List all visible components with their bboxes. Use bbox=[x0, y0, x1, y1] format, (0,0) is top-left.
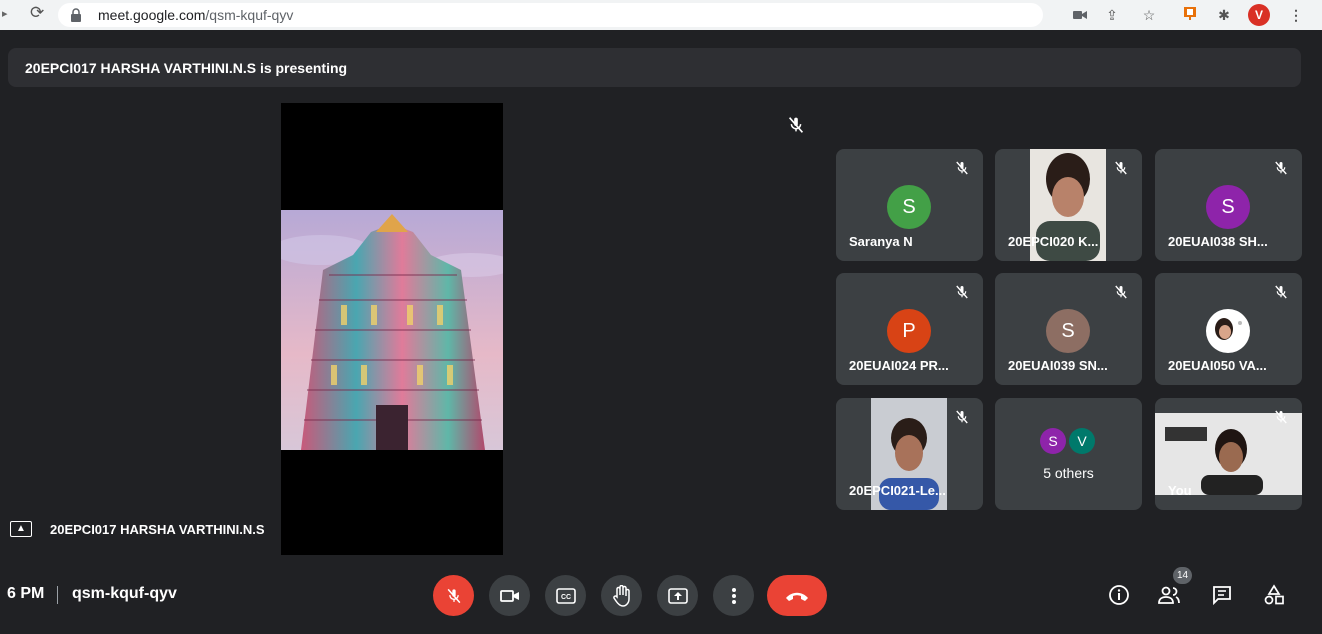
meeting-time: 6 PM bbox=[7, 585, 45, 602]
participant-initial-avatar: S bbox=[1046, 309, 1090, 353]
puzzle-extensions-icon[interactable]: ✱ bbox=[1214, 5, 1234, 25]
participant-name: 20EPCI021-Le... bbox=[849, 483, 946, 498]
closed-captions-icon: CC bbox=[555, 587, 576, 604]
presenter-name: 20EPCI017 HARSHA VARTHINI.N.S bbox=[50, 522, 265, 537]
extension-icon[interactable] bbox=[1180, 5, 1200, 25]
url-host: meet.google.com bbox=[98, 7, 206, 23]
info-icon bbox=[1109, 585, 1129, 605]
present-screen-icon bbox=[667, 587, 688, 604]
participant-name: 20EUAI050 VA... bbox=[1168, 358, 1267, 373]
stage-mic-off-icon bbox=[788, 117, 804, 133]
participant-name: 20EUAI024 PR... bbox=[849, 358, 949, 373]
participants-count-badge: 14 bbox=[1173, 567, 1192, 584]
participant-profile-photo bbox=[1206, 309, 1250, 353]
mic-off-icon bbox=[447, 588, 460, 603]
participant-name: 20EPCI020 K... bbox=[1008, 234, 1099, 249]
participant-tile[interactable]: 20EPCI021-Le... bbox=[836, 398, 983, 510]
share-icon[interactable]: ⇪ bbox=[1102, 5, 1122, 25]
divider bbox=[57, 586, 58, 604]
participant-tile[interactable]: S 20EUAI039 SN... bbox=[995, 273, 1142, 385]
leave-call-button[interactable] bbox=[767, 575, 827, 616]
more-options-button[interactable] bbox=[713, 575, 754, 616]
mic-off-icon bbox=[1275, 410, 1287, 424]
mic-off-icon bbox=[956, 285, 968, 299]
people-icon bbox=[1158, 586, 1180, 604]
url-path: /qsm-kquf-qyv bbox=[205, 7, 294, 23]
others-avatar: S bbox=[1040, 428, 1066, 454]
browser-toolbar: ▸ ⟳ meet.google.com/qsm-kquf-qyv ⇪ ☆ ✱ V… bbox=[0, 0, 1322, 30]
participant-tile[interactable]: 20EPCI020 K... bbox=[995, 149, 1142, 261]
mic-off-icon bbox=[1115, 285, 1127, 299]
present-now-button[interactable] bbox=[657, 575, 698, 616]
camera-indicator-icon[interactable] bbox=[1070, 5, 1090, 25]
address-bar[interactable]: meet.google.com/qsm-kquf-qyv bbox=[58, 3, 1043, 27]
mic-off-icon bbox=[956, 410, 968, 424]
participant-name: 20EUAI038 SH... bbox=[1168, 234, 1268, 249]
more-vert-icon bbox=[731, 587, 736, 604]
svg-text:CC: CC bbox=[560, 594, 570, 601]
activities-shapes-icon bbox=[1264, 584, 1284, 605]
presenting-banner: 20EPCI017 HARSHA VARTHINI.N.S is present… bbox=[8, 48, 1301, 87]
forward-arrow-icon[interactable]: ▸ bbox=[2, 7, 8, 20]
camera-toggle-button[interactable] bbox=[489, 575, 530, 616]
meeting-details-button[interactable] bbox=[1106, 582, 1132, 608]
others-avatar: V bbox=[1069, 428, 1095, 454]
chat-icon bbox=[1213, 586, 1231, 606]
self-tile[interactable]: You bbox=[1155, 398, 1302, 510]
captions-button[interactable]: CC bbox=[545, 575, 586, 616]
mic-off-icon bbox=[1115, 161, 1127, 175]
mic-toggle-button[interactable] bbox=[433, 575, 474, 616]
participant-name: Saranya N bbox=[849, 234, 913, 249]
activities-button[interactable] bbox=[1261, 582, 1287, 608]
meeting-code: qsm-kquf-qyv bbox=[72, 585, 177, 602]
others-count-label: 5 others bbox=[1043, 465, 1094, 481]
reload-icon[interactable]: ⟳ bbox=[30, 3, 44, 23]
temple-image bbox=[281, 210, 503, 450]
video-camera-icon bbox=[499, 589, 519, 602]
lock-icon bbox=[71, 8, 81, 22]
mic-off-icon bbox=[956, 161, 968, 175]
participant-name: You bbox=[1168, 483, 1192, 498]
participant-initial-avatar: P bbox=[887, 309, 931, 353]
presenting-banner-text: 20EPCI017 HARSHA VARTHINI.N.S is present… bbox=[25, 60, 348, 76]
participant-initial-avatar: S bbox=[887, 185, 931, 229]
mic-off-icon bbox=[1275, 161, 1287, 175]
raise-hand-button[interactable] bbox=[601, 575, 642, 616]
participant-tile[interactable]: S Saranya N bbox=[836, 149, 983, 261]
chat-button[interactable] bbox=[1209, 582, 1235, 608]
presentation-stage bbox=[281, 103, 503, 555]
more-menu-icon[interactable]: ⋮ bbox=[1286, 5, 1306, 25]
participant-tile[interactable]: S 20EUAI038 SH... bbox=[1155, 149, 1302, 261]
end-call-icon bbox=[786, 592, 808, 601]
others-tile[interactable]: S V 5 others bbox=[995, 398, 1142, 510]
profile-avatar[interactable]: V bbox=[1248, 4, 1270, 26]
participant-name: 20EUAI039 SN... bbox=[1008, 358, 1108, 373]
hand-icon bbox=[612, 584, 630, 607]
url-text: meet.google.com/qsm-kquf-qyv bbox=[98, 7, 293, 23]
participant-tile[interactable]: P 20EUAI024 PR... bbox=[836, 273, 983, 385]
bookmark-star-icon[interactable]: ☆ bbox=[1139, 5, 1159, 25]
people-button[interactable] bbox=[1156, 582, 1182, 608]
present-screen-icon: ▲ bbox=[10, 521, 32, 537]
participant-tile[interactable]: 20EUAI050 VA... bbox=[1155, 273, 1302, 385]
participant-initial-avatar: S bbox=[1206, 185, 1250, 229]
mic-off-icon bbox=[1275, 285, 1287, 299]
